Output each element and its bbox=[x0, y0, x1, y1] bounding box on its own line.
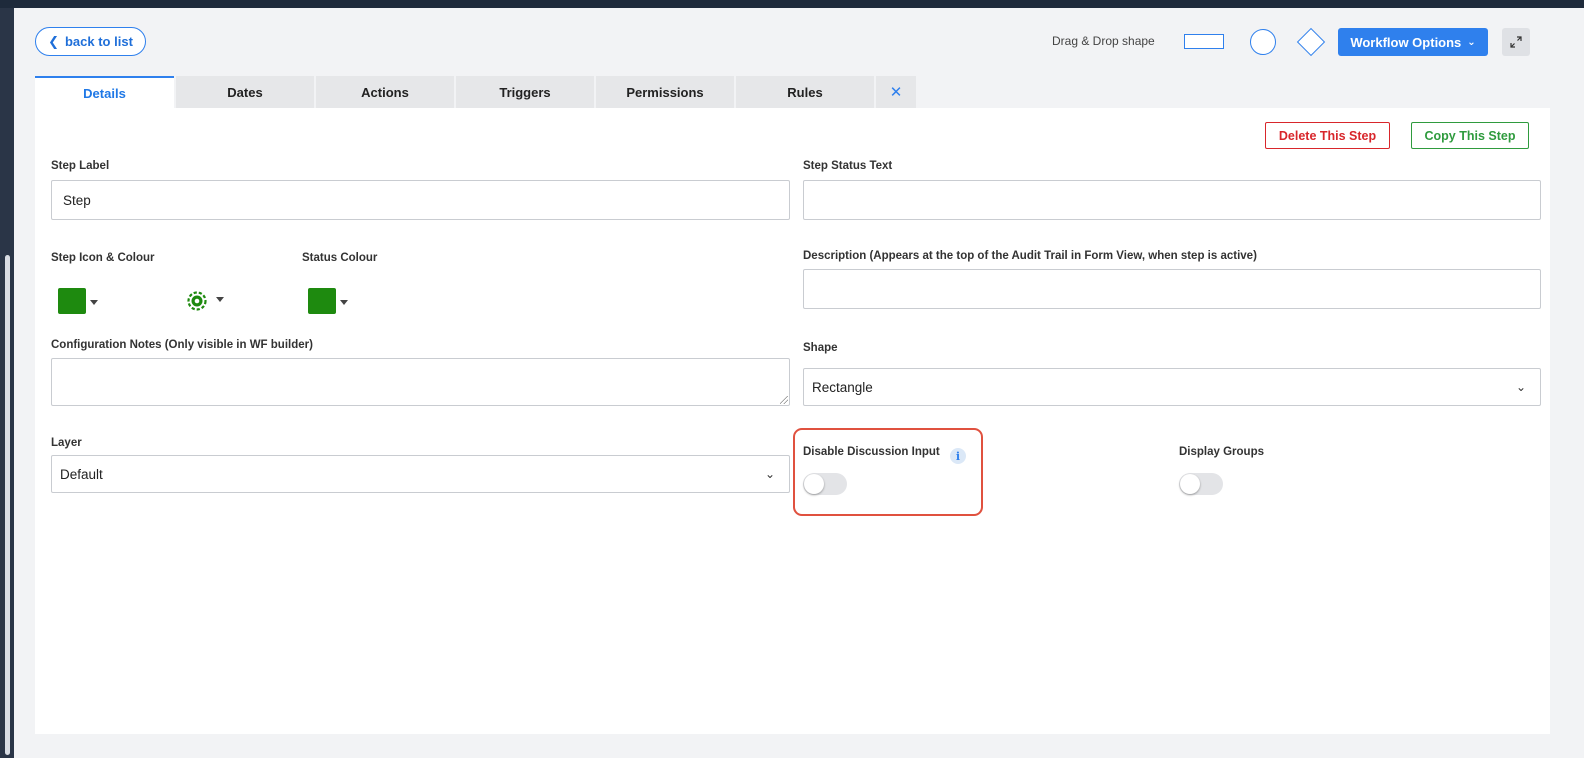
tab-details[interactable]: Details bbox=[35, 76, 174, 108]
tab-label: Triggers bbox=[499, 84, 551, 100]
gear-icon[interactable] bbox=[186, 290, 208, 312]
step-icon-colour-heading: Step Icon & Colour bbox=[51, 252, 155, 264]
resize-grip-icon[interactable] bbox=[778, 394, 788, 404]
circle-shape-icon[interactable] bbox=[1250, 29, 1276, 55]
expand-button[interactable] bbox=[1502, 28, 1530, 56]
layer-select-value: Default bbox=[60, 466, 103, 482]
display-groups-toggle[interactable] bbox=[1179, 473, 1223, 495]
chevron-down-icon: ⌄ bbox=[1515, 380, 1526, 394]
tab-actions[interactable]: Actions bbox=[316, 76, 454, 108]
workflow-options-label: Workflow Options bbox=[1350, 34, 1462, 50]
disable-discussion-toggle[interactable] bbox=[803, 473, 847, 495]
workflow-options-button[interactable]: Workflow Options ⌄ bbox=[1338, 28, 1488, 56]
tab-triggers[interactable]: Triggers bbox=[456, 76, 594, 108]
tab-label: Details bbox=[83, 85, 126, 101]
description-heading: Description (Appears at the top of the A… bbox=[803, 250, 1257, 262]
layer-heading: Layer bbox=[51, 437, 82, 449]
display-groups-heading: Display Groups bbox=[1179, 446, 1264, 458]
shape-select[interactable]: Rectangle ⌄ bbox=[803, 368, 1541, 406]
description-input[interactable] bbox=[803, 269, 1541, 309]
tab-dates[interactable]: Dates bbox=[176, 76, 314, 108]
left-scrollbar[interactable] bbox=[5, 255, 10, 755]
step-label-heading: Step Label bbox=[51, 160, 110, 172]
layer-select[interactable]: Default ⌄ bbox=[51, 455, 790, 493]
chevron-left-icon: ❮ bbox=[48, 33, 59, 49]
expand-icon bbox=[1510, 36, 1522, 48]
chevron-down-icon: ⌄ bbox=[764, 467, 775, 481]
close-tabs-button[interactable]: ✕ bbox=[876, 76, 916, 108]
tab-rules[interactable]: Rules bbox=[736, 76, 874, 108]
tab-label: Actions bbox=[361, 84, 409, 100]
info-icon[interactable]: i bbox=[950, 448, 966, 464]
step-status-text-input[interactable] bbox=[803, 180, 1541, 220]
toggle-knob bbox=[1180, 474, 1200, 494]
caret-down-icon[interactable] bbox=[340, 300, 348, 305]
status-colour-heading: Status Colour bbox=[302, 252, 378, 264]
chevron-down-icon: ⌄ bbox=[1467, 36, 1476, 48]
drag-drop-label: Drag & Drop shape bbox=[1052, 34, 1155, 48]
copy-step-button[interactable]: Copy This Step bbox=[1411, 122, 1529, 149]
tab-permissions[interactable]: Permissions bbox=[596, 76, 734, 108]
status-colour-swatch[interactable] bbox=[308, 288, 336, 314]
config-notes-heading: Configuration Notes (Only visible in WF … bbox=[51, 339, 313, 351]
config-notes-textarea[interactable] bbox=[51, 358, 790, 406]
delete-step-button[interactable]: Delete This Step bbox=[1265, 122, 1390, 149]
rectangle-shape-icon[interactable] bbox=[1184, 34, 1224, 49]
step-label-input[interactable]: Step bbox=[51, 180, 790, 220]
window-top-edge bbox=[0, 0, 1584, 8]
close-icon: ✕ bbox=[889, 84, 903, 101]
shape-select-value: Rectangle bbox=[812, 379, 873, 395]
back-to-list-label: back to list bbox=[64, 34, 133, 49]
back-to-list-button[interactable]: ❮ back to list bbox=[35, 27, 146, 56]
shape-heading: Shape bbox=[803, 342, 838, 354]
disable-discussion-heading: Disable Discussion Input bbox=[803, 446, 940, 458]
tab-label: Rules bbox=[787, 84, 823, 100]
step-status-text-heading: Step Status Text bbox=[803, 160, 893, 172]
step-colour-swatch[interactable] bbox=[58, 288, 86, 314]
highlight-box bbox=[793, 428, 983, 516]
tab-label: Dates bbox=[227, 84, 263, 100]
tab-label: Permissions bbox=[626, 84, 704, 100]
toggle-knob bbox=[804, 474, 824, 494]
caret-down-icon[interactable] bbox=[216, 297, 224, 302]
tab-bar: Details Dates Actions Triggers Permissio… bbox=[35, 76, 916, 108]
caret-down-icon[interactable] bbox=[90, 300, 98, 305]
